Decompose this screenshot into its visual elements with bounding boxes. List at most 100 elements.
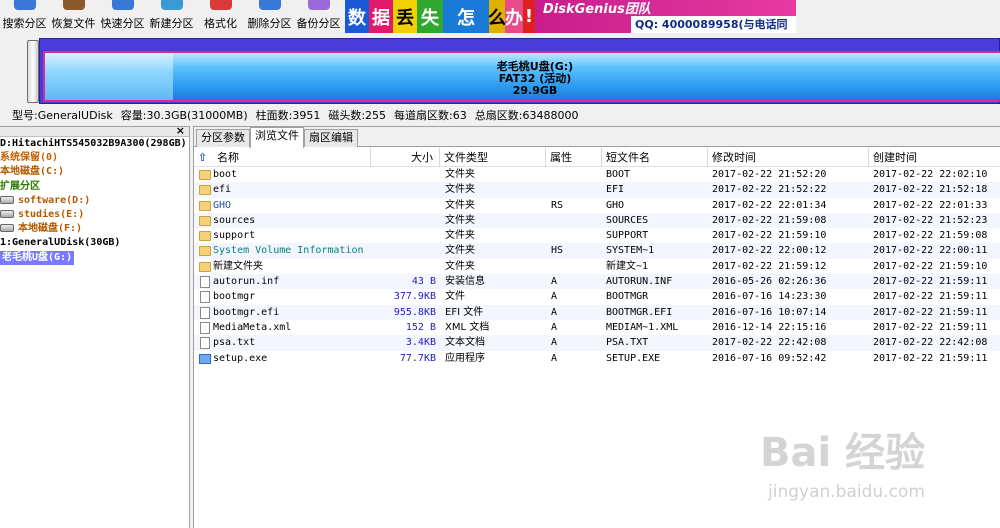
file-size: 377.9KB [393, 291, 436, 303]
toolbar-button-0[interactable]: 搜索分区 [0, 0, 49, 33]
table-row[interactable]: setup.exe 77.7KB 应用程序 A SETUP.EXE 2016-07-16 … [194, 350, 1000, 366]
close-icon[interactable]: × [176, 127, 185, 137]
tree-node-label: software(D:) [18, 194, 91, 206]
ad-tile: 数 [345, 0, 369, 33]
toolbar-button-label: 删除分区 [247, 17, 292, 30]
folder-icon [199, 215, 211, 226]
column-modified[interactable]: 修改时间 [708, 148, 869, 167]
file-modified: 2016-07-16 14:23:30 [712, 291, 827, 303]
file-modified: 2017-02-22 22:42:08 [712, 337, 827, 349]
toolbar-spacer [796, 0, 1000, 33]
file-name: boot [213, 169, 238, 180]
table-row[interactable]: bootmgr 377.9KB 文件 A BOOTMGR 2016-07-16 14:23… [194, 289, 1000, 305]
file-created: 2017-02-22 21:59:11 [873, 306, 988, 318]
toolbar-button-3[interactable]: 新建分区 [147, 0, 196, 33]
tree-node[interactable]: studies(E:) [0, 208, 189, 222]
tree-node[interactable]: 本地磁盘(F:) [0, 222, 189, 236]
tab-partition-params[interactable]: 分区参数 [196, 129, 250, 147]
column-created[interactable]: 创建时间 [869, 148, 1000, 167]
file-short-name: AUTORUN.INF [606, 276, 673, 288]
folder-icon [199, 170, 211, 180]
table-row[interactable]: bootmgr.efi 955.8KB EFI 文件 A BOOTMGR.EFI 2016… [194, 304, 1000, 320]
disk-bar[interactable]: 老毛桃U盘(G:) FAT32 (活动) 29.9GB [39, 38, 1000, 104]
file-short-name: BOOT [606, 169, 631, 180]
file-size: 77.7KB [399, 352, 436, 364]
file-type: 文本文档 [445, 337, 485, 349]
file-size: 152 B [405, 321, 436, 333]
up-arrow-icon[interactable]: ⇧ [194, 148, 213, 167]
table-row[interactable]: sources 文件夹 SOURCES 2017-02-22 21:59:08 2017… [194, 212, 1000, 229]
toolbar-button-6[interactable]: 备份分区 [294, 0, 343, 33]
toolbar-button-label: 搜索分区 [2, 17, 47, 30]
file-name: MediaMeta.xml [213, 321, 292, 333]
file-modified: 2017-02-22 21:59:12 [712, 260, 827, 272]
file-created: 2017-02-22 22:01:33 [873, 199, 988, 211]
partition-used-area [45, 53, 173, 100]
file-name: setup.exe [213, 352, 268, 364]
table-row[interactable]: psa.txt 3.4KB 文本文档 A PSA.TXT 2017-02-22 22:42… [194, 335, 1000, 351]
file-type: 应用程序 [445, 352, 485, 364]
file-short-name: BOOTMGR [606, 291, 649, 303]
table-row[interactable]: efi 文件夹 EFI 2017-02-22 21:52:22 2017-02-22 2… [194, 182, 1000, 198]
tree-node[interactable]: 老毛桃U盘(G:) [0, 250, 189, 265]
table-row[interactable]: autorun.inf 43 B 安装信息 A AUTORUN.INF 2016-05-2… [194, 274, 1000, 290]
column-short-name[interactable]: 短文件名 [602, 148, 708, 167]
file-short-name: PSA.TXT [606, 337, 649, 349]
file-short-name: SETUP.EXE [606, 352, 661, 364]
file-modified: 2017-02-22 22:00:12 [712, 245, 827, 257]
toolbar-button-1[interactable]: 恢复文件 [49, 0, 98, 33]
file-created: 2017-02-22 21:59:08 [873, 230, 988, 242]
column-attr[interactable]: 属性 [546, 148, 602, 167]
disk-capacity: 容量:30.3GB(31000MB) [120, 109, 248, 122]
table-row[interactable]: GHO 文件夹 RS GHO 2017-02-22 22:01:34 2017-02-22… [194, 197, 1000, 213]
diskgenius-window: 搜索分区 恢复文件 快速分区 新建分区 格式化 删除分区 备份分区 数 据 丢 失 怎 么 … [0, 0, 1000, 528]
tree-node[interactable]: software(D:) [0, 194, 189, 208]
tree-header: × [0, 127, 189, 137]
file-modified: 2017-02-22 21:59:10 [712, 230, 827, 242]
file-icon [200, 306, 210, 319]
tree-node[interactable]: D:HitachiHTS545032B9A300(298GB) [0, 137, 189, 151]
toolbar-button-label: 格式化 [204, 17, 237, 30]
table-row[interactable]: 新建文件夹 文件夹 新建文~1 2017-02-22 21:59:12 2017-02-… [194, 258, 1000, 275]
folder-icon [199, 200, 211, 211]
disk-scroll-handle[interactable] [27, 40, 39, 103]
file-browser-panel: 分区参数 浏览文件 扇区编辑 ⇧ 名称 大小 文件类型 属性 短文件名 修改时间… [193, 126, 1000, 528]
file-short-name: MEDIAM~1.XML [606, 321, 679, 333]
tree-node[interactable]: 系统保留(0) [0, 151, 189, 165]
tab-sector-edit[interactable]: 扇区编辑 [304, 129, 358, 147]
toolbar-button-2[interactable]: 快速分区 [98, 0, 147, 33]
folder-icon [199, 246, 211, 257]
file-type: 文件夹 [445, 245, 475, 257]
tree-node[interactable]: 本地磁盘(C:) [0, 165, 189, 179]
file-modified: 2016-12-14 22:15:16 [712, 321, 827, 333]
column-name[interactable]: 名称 [213, 148, 371, 167]
tree-node[interactable]: 扩展分区 [0, 180, 189, 194]
file-short-name: SUPPORT [606, 230, 649, 242]
toolbar-button-5[interactable]: 删除分区 [245, 0, 294, 33]
ad-brand: DiskGenius团队 QQ: 4000089958(与电话同号) [535, 0, 796, 33]
file-name: psa.txt [213, 337, 256, 349]
table-row[interactable]: System Volume Information 文件夹 HS SYSTEM~1 20… [194, 243, 1000, 259]
tree-node[interactable]: 1:GeneralUDisk(30GB) [0, 236, 189, 250]
column-size[interactable]: 大小 [371, 148, 440, 167]
partition-block-g[interactable]: 老毛桃U盘(G:) FAT32 (活动) 29.9GB [43, 51, 1000, 102]
ad-banner[interactable]: 数 据 丢 失 怎 么 办 ! DiskGenius团队 QQ: 4000089… [345, 0, 796, 33]
toolbar-button-4[interactable]: 格式化 [196, 0, 245, 33]
toolbar-button-label: 恢复文件 [51, 17, 96, 30]
file-short-name: EFI [606, 184, 625, 196]
table-row[interactable]: MediaMeta.xml 152 B XML 文档 A MEDIAM~1.XML 201… [194, 319, 1000, 336]
drive-icon [0, 224, 14, 233]
quick-partition-icon [112, 0, 134, 10]
file-created: 2017-02-22 22:02:10 [873, 169, 988, 180]
folder-icon [199, 231, 211, 242]
table-row[interactable]: boot 文件夹 BOOT 2017-02-22 21:52:20 2017-02-22… [194, 167, 1000, 183]
column-type[interactable]: 文件类型 [440, 148, 546, 167]
file-modified: 2017-02-22 21:52:20 [712, 169, 827, 180]
tab-browse-files[interactable]: 浏览文件 [250, 127, 304, 148]
recover-files-icon [63, 0, 85, 10]
file-created: 2017-02-22 21:59:11 [873, 352, 988, 364]
disk-model: 型号:GeneralUDisk [12, 109, 113, 122]
table-row[interactable]: support 文件夹 SUPPORT 2017-02-22 21:59:10 2017… [194, 228, 1000, 244]
file-attr: A [551, 337, 558, 349]
ad-tile: ! [523, 0, 535, 33]
